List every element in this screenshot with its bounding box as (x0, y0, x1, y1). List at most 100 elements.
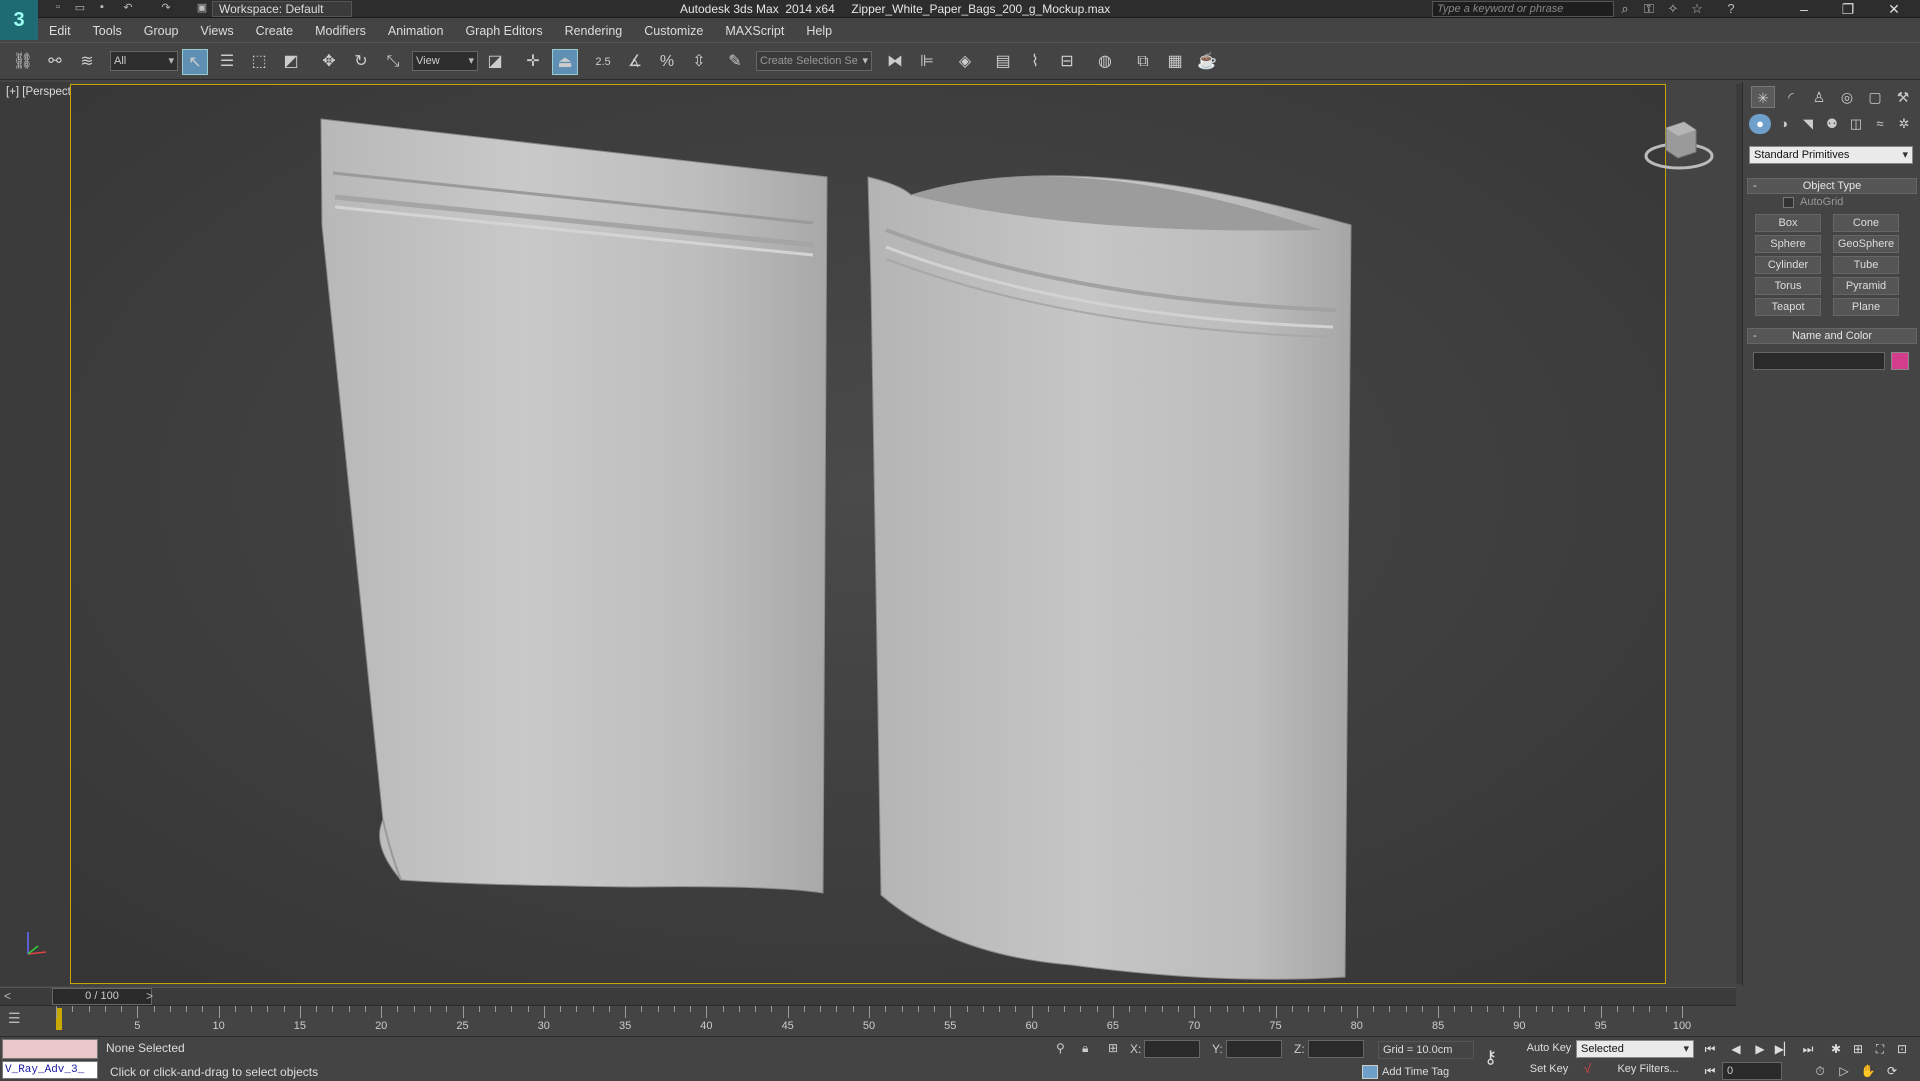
redo-icon[interactable]: ↷ (158, 1, 174, 16)
time-config-icon[interactable]: ⏱ (1810, 1062, 1830, 1080)
favorites-star-icon[interactable]: ☆ (1688, 1, 1706, 17)
zoom-extents-icon[interactable]: ✱ (1826, 1040, 1846, 1058)
save-file-icon[interactable]: ▪ (94, 1, 110, 16)
menu-modifiers[interactable]: Modifiers (304, 20, 377, 42)
scale-icon[interactable]: ⤡ (380, 49, 406, 75)
material-editor-icon[interactable]: ◍ (1092, 49, 1118, 75)
x-coordinate-field[interactable] (1144, 1040, 1200, 1058)
angle-snap-icon[interactable]: ∡ (622, 49, 648, 75)
app-logo-icon[interactable]: 3 (0, 0, 38, 40)
cameras-icon[interactable]: ⚉ (1821, 114, 1843, 134)
object-color-swatch[interactable] (1891, 352, 1909, 370)
help-icon[interactable]: ? (1722, 1, 1740, 17)
restore-icon[interactable]: ❐ (1826, 0, 1870, 18)
menu-help[interactable]: Help (795, 20, 843, 42)
orbit-sub-icon[interactable]: ⟳ (1882, 1062, 1902, 1080)
paper-bag-right[interactable] (867, 175, 1352, 980)
pyramid-button[interactable]: Pyramid (1833, 277, 1899, 295)
window-crossing-icon[interactable]: ◩ (278, 49, 304, 75)
current-frame-field[interactable]: 0 (1722, 1062, 1782, 1080)
rotate-icon[interactable]: ↻ (348, 49, 374, 75)
reference-coordinate-dropdown[interactable]: View (412, 51, 478, 71)
select-object-icon[interactable]: ↖ (182, 49, 208, 75)
object-type-rollout[interactable]: - Object Type (1747, 178, 1917, 194)
rendered-frame-window-icon[interactable]: ▦ (1162, 49, 1188, 75)
paper-bag-left[interactable] (320, 118, 828, 894)
menu-maxscript[interactable]: MAXScript (714, 20, 795, 42)
isolate-selection-icon[interactable]: ⚲ (1056, 1041, 1065, 1055)
modify-tab-icon[interactable]: ◜ (1779, 86, 1803, 108)
viewcube-icon[interactable] (1644, 118, 1714, 174)
set-key-button[interactable]: Set Key (1524, 1061, 1574, 1079)
align-icon[interactable]: ⊫ (914, 49, 940, 75)
schematic-view-icon[interactable]: ⊟ (1054, 49, 1080, 75)
field-of-view-icon[interactable]: ⛶ (1870, 1040, 1890, 1058)
menu-customize[interactable]: Customize (633, 20, 714, 42)
maxscript-mini-listener[interactable]: V_Ray_Adv_3_ (2, 1061, 98, 1079)
key-mode-dropdown[interactable]: Selected (1576, 1040, 1694, 1058)
edit-named-selection-icon[interactable]: ✎ (722, 49, 748, 75)
key-mode-toggle-icon[interactable]: ⏮ (1700, 1062, 1720, 1080)
box-button[interactable]: Box (1755, 214, 1821, 232)
utilities-tab-icon[interactable]: ⚒ (1891, 86, 1915, 108)
menu-create[interactable]: Create (245, 20, 305, 42)
torus-button[interactable]: Torus (1755, 277, 1821, 295)
menu-tools[interactable]: Tools (82, 20, 133, 42)
named-selection-dropdown[interactable]: Create Selection Se (756, 51, 872, 71)
mirror-icon[interactable]: ⧓ (882, 49, 908, 75)
open-file-icon[interactable]: ▭ (72, 1, 88, 16)
autogrid-checkbox[interactable]: AutoGrid (1783, 196, 1843, 208)
display-tab-icon[interactable]: ▢ (1863, 86, 1887, 108)
unlink-icon[interactable]: ⚯ (42, 49, 68, 75)
geosphere-button[interactable]: GeoSphere (1833, 235, 1899, 253)
minimize-icon[interactable]: – (1782, 0, 1826, 18)
cone-button[interactable]: Cone (1833, 214, 1899, 232)
cylinder-button[interactable]: Cylinder (1755, 256, 1821, 274)
orbit-icon[interactable]: ▷ (1834, 1062, 1854, 1080)
play-icon[interactable]: ▶ (1750, 1040, 1770, 1058)
next-frame-icon[interactable]: ▶▏ (1774, 1040, 1794, 1058)
close-icon[interactable]: ✕ (1872, 0, 1916, 18)
menu-group[interactable]: Group (133, 20, 190, 42)
y-coordinate-field[interactable] (1226, 1040, 1282, 1058)
render-setup-icon[interactable]: ⧉ (1130, 49, 1156, 75)
goto-start-icon[interactable]: ⏮ (1700, 1040, 1720, 1058)
binoculars-icon[interactable]: ⌕ (1616, 1, 1634, 17)
auto-key-button[interactable]: Auto Key (1524, 1040, 1574, 1058)
time-slider-prev[interactable]: < (4, 989, 11, 1003)
maxscript-listener-input[interactable] (2, 1039, 98, 1059)
add-time-tag-button[interactable]: Add Time Tag (1360, 1063, 1472, 1081)
curve-editor-mini-icon[interactable]: ☰ (8, 1010, 36, 1030)
search-input[interactable]: Type a keyword or phrase (1432, 1, 1614, 17)
create-tab-icon[interactable]: ✳ (1751, 86, 1775, 108)
keyboard-shortcut-override-icon[interactable]: ⏏ (552, 49, 578, 75)
menu-edit[interactable]: Edit (38, 20, 82, 42)
goto-end-icon[interactable]: ⏭ (1798, 1040, 1818, 1058)
curve-editor-icon[interactable]: ⌇ (1022, 49, 1048, 75)
shapes-icon[interactable]: ◑ (1773, 114, 1795, 134)
primitive-category-dropdown[interactable]: Standard Primitives (1749, 146, 1913, 164)
communication-center-icon[interactable]: ✧ (1664, 1, 1682, 17)
object-name-input[interactable] (1753, 352, 1885, 370)
autogrid-check[interactable] (1783, 196, 1794, 208)
menu-views[interactable]: Views (189, 20, 244, 42)
workspace-dropdown[interactable]: Workspace: Default (212, 1, 352, 17)
z-coordinate-field[interactable] (1308, 1040, 1364, 1058)
spinner-snap-icon[interactable]: ⇳ (686, 49, 712, 75)
subscription-key-icon[interactable]: ⚿ (1640, 1, 1658, 17)
time-slider[interactable]: < 0 / 100 > (0, 987, 1736, 1005)
bind-space-warp-icon[interactable]: ≋ (74, 49, 100, 75)
percent-snap-icon[interactable]: % (654, 49, 680, 75)
selection-lock-icon[interactable]: 🔒︎ (1082, 1041, 1088, 1056)
selection-filter-dropdown[interactable]: All (110, 51, 178, 71)
key-filters-button[interactable]: Key Filters... (1608, 1061, 1688, 1079)
menu-rendering[interactable]: Rendering (554, 20, 634, 42)
geometry-icon[interactable]: ● (1749, 114, 1771, 134)
time-slider-thumb[interactable]: 0 / 100 (52, 988, 152, 1005)
link-icon[interactable]: ⛓ (10, 49, 36, 75)
rectangular-selection-icon[interactable]: ⬚ (246, 49, 272, 75)
scene-explorer-icon[interactable]: ▤ (990, 49, 1016, 75)
select-by-name-icon[interactable]: ☰ (214, 49, 240, 75)
pan-hand-icon[interactable]: ✋ (1858, 1062, 1878, 1080)
lights-icon[interactable]: ◥ (1797, 114, 1819, 134)
